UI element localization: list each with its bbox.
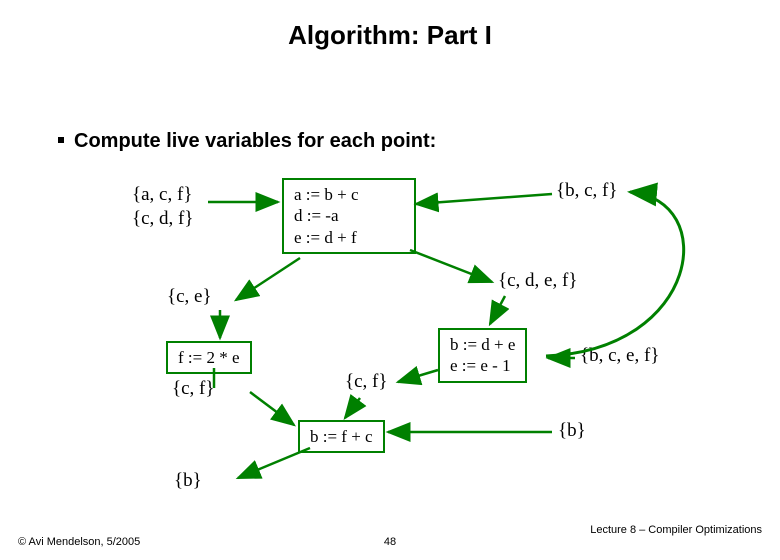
label-acf: {a, c, f}	[132, 184, 192, 206]
footer-copyright: © Avi Mendelson, 5/2005	[18, 536, 140, 548]
label-cf-mid: {c, f}	[345, 371, 388, 393]
footer-lecture: Lecture 8 – Compiler Optimizations	[590, 524, 762, 536]
label-cdf: {c, d, f}	[132, 208, 194, 230]
node-block-2: f := 2 * e	[166, 341, 252, 374]
label-ce: {c, e}	[167, 286, 212, 308]
node-block-3: b := d + e e := e - 1	[438, 328, 527, 383]
page-title: Algorithm: Part I	[0, 20, 780, 51]
flow-edges	[0, 20, 780, 560]
label-cdef: {c, d, e, f}	[498, 270, 577, 292]
bullet-line: Compute live variables for each point:	[58, 130, 436, 153]
label-b-right: {b}	[558, 420, 586, 442]
label-bcf: {b, c, f}	[556, 180, 618, 202]
label-cf-left: {c, f}	[172, 378, 215, 400]
node-block-1: a := b + c d := -a e := d + f	[282, 178, 416, 254]
label-b-bottom: {b}	[174, 470, 202, 492]
page-number: 48	[384, 536, 396, 548]
node-block-4: b := f + c	[298, 420, 385, 453]
label-bcef: {b, c, e, f}	[580, 345, 659, 367]
bullet-dot-icon	[58, 137, 64, 143]
bullet-text: Compute live variables for each point:	[74, 130, 436, 152]
